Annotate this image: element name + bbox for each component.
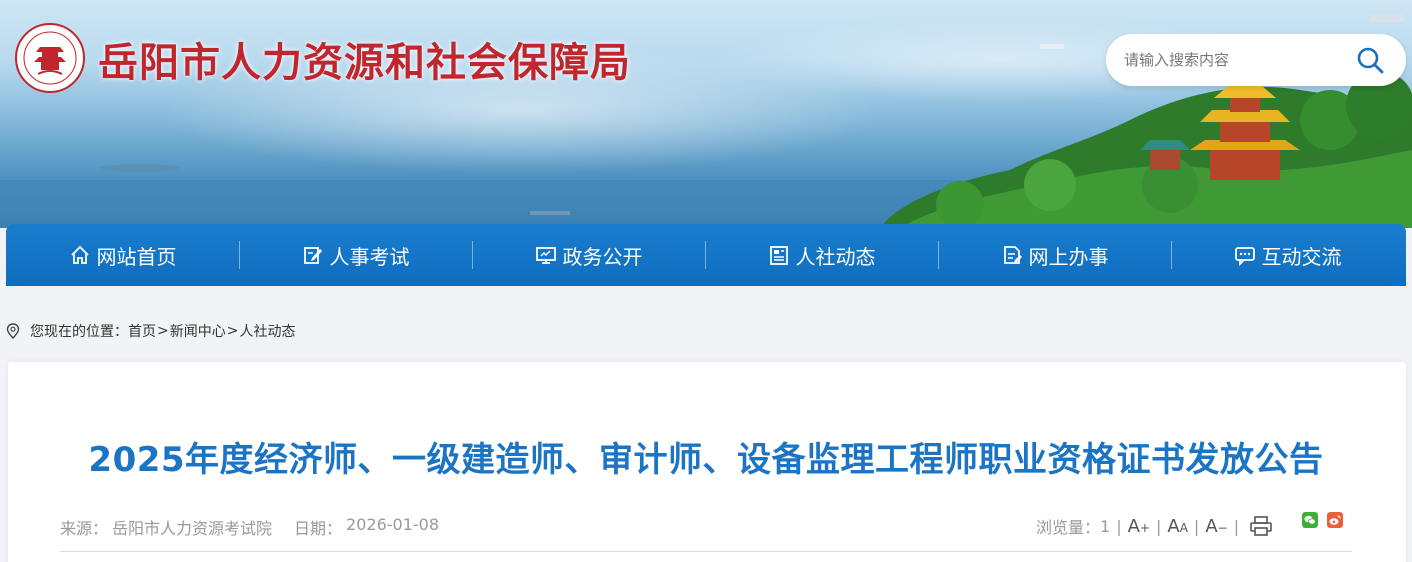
article-meta: 来源： 岳阳市人力资源考试院 日期： 2026-01-08 [60, 515, 439, 539]
nav-item-home[interactable]: 网站首页 [6, 224, 239, 286]
source-value: 岳阳市人力资源考试院 [112, 519, 273, 538]
government-seal-icon [15, 23, 85, 93]
nav-item-label: 网站首页 [96, 244, 177, 269]
site-title[interactable]: 岳阳市人力资源和社会保障局 [98, 30, 631, 88]
nav-item-online-service[interactable]: 网上办事 [938, 224, 1171, 286]
breadcrumb-link-home[interactable]: 首页 [128, 321, 156, 341]
print-icon[interactable] [1249, 515, 1273, 537]
nav-item-label: 政务公开 [562, 244, 643, 269]
news-icon [769, 246, 788, 265]
nav-item-news[interactable]: 人社动态 [705, 224, 938, 286]
source-label: 来源： [60, 519, 109, 538]
tool-separator: | [1155, 516, 1162, 536]
nav-item-label: 人事考试 [329, 244, 410, 269]
nav-item-label: 互动交流 [1261, 244, 1342, 269]
tool-separator: | [1193, 516, 1200, 536]
article-title: 2025年度经济师、一级建造师、审计师、设备监理工程师职业资格证书发放公告 [88, 440, 1324, 480]
nav-item-label: 人社动态 [795, 244, 876, 269]
nav-item-interaction[interactable]: 互动交流 [1171, 224, 1404, 286]
breadcrumb-separator: > [157, 323, 169, 339]
breadcrumb-link-news-center[interactable]: 新闻中心 [170, 321, 226, 341]
font-decrease-button[interactable]: A− [1205, 516, 1227, 537]
article-tools: 浏览量： 1 | A+ | AA | A− | [1036, 512, 1273, 540]
nav-item-gov-affairs[interactable]: 政务公开 [472, 224, 705, 286]
breadcrumb-separator: > [226, 323, 239, 339]
article-divider [60, 551, 1352, 552]
location-pin-icon [6, 323, 20, 339]
document-icon [1003, 246, 1022, 264]
home-icon [70, 245, 89, 264]
date-label: 日期： [294, 519, 343, 538]
monitor-icon [535, 247, 556, 264]
tool-separator: | [1233, 516, 1240, 536]
wechat-share-icon[interactable] [1302, 512, 1318, 528]
nav-item-exam[interactable]: 人事考试 [239, 224, 472, 286]
breadcrumb: 您现在的位置： 首页 > 新闻中心 > 人社动态 [6, 320, 295, 342]
edit-icon [303, 247, 322, 264]
views-label: 浏览量： [1036, 518, 1101, 537]
search-icon[interactable] [1354, 44, 1386, 76]
main-nav: 网站首页 人事考试 政务公开 人社动态 网上办事 互动交流 [6, 224, 1406, 286]
chat-icon [1234, 247, 1255, 266]
header-banner: 岳阳市人力资源和社会保障局 [0, 0, 1412, 228]
tool-separator: | [1116, 516, 1122, 536]
font-increase-button[interactable]: A+ [1128, 516, 1150, 537]
nav-item-label: 网上办事 [1028, 244, 1109, 269]
font-reset-button[interactable]: AA [1167, 516, 1188, 537]
date-value: 2026-01-08 [346, 515, 440, 534]
views-count: 1 [1100, 516, 1111, 536]
search-input[interactable] [1124, 47, 1344, 73]
breadcrumb-label: 您现在的位置： [30, 324, 128, 340]
weibo-share-icon[interactable] [1327, 512, 1343, 528]
breadcrumb-link-hr-news[interactable]: 人社动态 [239, 321, 295, 341]
